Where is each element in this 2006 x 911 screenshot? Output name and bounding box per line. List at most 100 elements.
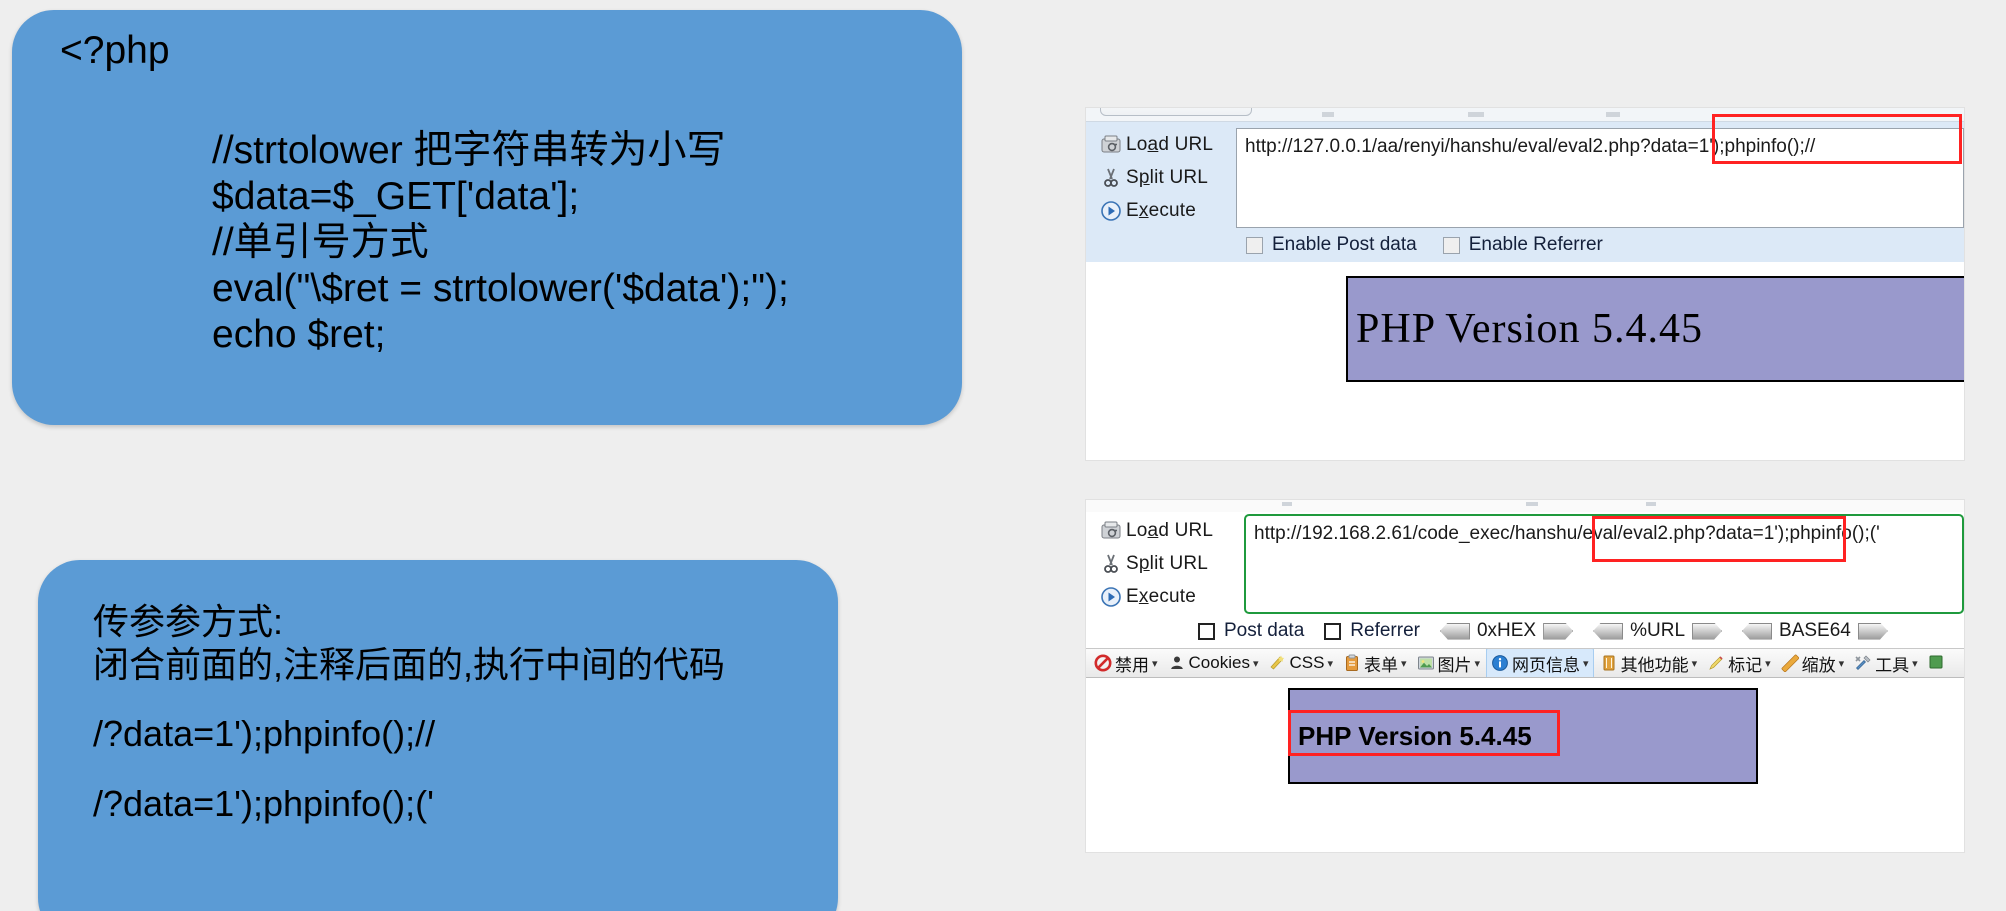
toolbar-item-label: 图片 bbox=[1437, 655, 1472, 675]
php-code-block: //strtolower 把字符串转为小写 $data=$_GET['data'… bbox=[212, 128, 789, 358]
load-url-label: Load URL bbox=[1126, 519, 1214, 541]
execute-label: Execute bbox=[1126, 199, 1197, 221]
split-url-label: Split URL bbox=[1126, 166, 1209, 188]
hackbar-options-top: Enable Post data Enable Referrer bbox=[1086, 228, 1964, 262]
toolbar-item-label: CSS bbox=[1289, 653, 1325, 672]
toolbar-item-label: 其他功能 bbox=[1620, 655, 1689, 675]
toolbar-item-outline[interactable]: 标记 ▾ bbox=[1703, 649, 1775, 677]
chevron-down-icon[interactable]: ▾ bbox=[1839, 657, 1845, 670]
tab-fragment[interactable] bbox=[1100, 108, 1252, 116]
images-icon bbox=[1417, 654, 1435, 672]
post-data-checkbox[interactable]: Post data bbox=[1198, 620, 1304, 642]
chevron-down-icon[interactable]: ▾ bbox=[1253, 657, 1259, 670]
forms-icon bbox=[1343, 654, 1361, 672]
load-url-icon bbox=[1096, 135, 1126, 155]
toolbar-item-forms[interactable]: 表单 ▾ bbox=[1339, 649, 1411, 677]
hackbar-screenshot-top: Load URL Split URL Execute http://127.0.… bbox=[1086, 108, 1964, 460]
php-code-line: eval("\$ret = strtolower('$data');"); bbox=[212, 267, 789, 311]
toolbar-item-label: 网页信息 bbox=[1512, 655, 1581, 675]
base64-encoder-control[interactable]: BASE64 bbox=[1742, 620, 1888, 642]
toolbar-fragment bbox=[1282, 502, 1292, 506]
hackbar-actions-top: Load URL Split URL Execute bbox=[1086, 128, 1236, 228]
cropped-tabbar-bottom bbox=[1086, 500, 1964, 512]
execute-play-icon bbox=[1096, 200, 1126, 222]
toolbar-item-label: Cookies bbox=[1188, 653, 1250, 672]
slide-canvas: <?php //strtolower 把字符串转为小写 $data=$_GET[… bbox=[0, 0, 2006, 911]
checkbox-box bbox=[1442, 236, 1460, 254]
checkbox-box bbox=[1246, 236, 1263, 254]
split-url-label: Split URL bbox=[1126, 552, 1209, 574]
chevron-down-icon[interactable]: ▾ bbox=[1692, 657, 1698, 670]
chevron-down-icon[interactable]: ▾ bbox=[1152, 657, 1158, 670]
chevron-down-icon[interactable]: ▾ bbox=[1475, 657, 1481, 670]
url-encoder-label: %URL bbox=[1630, 620, 1686, 641]
referrer-checkbox[interactable]: Referrer bbox=[1324, 620, 1420, 642]
referrer-label: Referrer bbox=[1350, 620, 1420, 641]
toolbar-fragment bbox=[1526, 502, 1538, 506]
chevron-right-icon[interactable] bbox=[1543, 622, 1574, 640]
php-code-line: //strtolower 把字符串转为小写 bbox=[212, 129, 726, 172]
resize-ruler-icon bbox=[1781, 654, 1799, 673]
enable-referrer-label: Enable Referrer bbox=[1468, 234, 1603, 255]
toolbar-item-css[interactable]: CSS ▾ bbox=[1264, 651, 1337, 675]
url-input-wrap-bottom: http://192.168.2.61/code_exec/hanshu/eva… bbox=[1244, 514, 1964, 614]
toolbar-item-disable[interactable]: 禁用 ▾ bbox=[1090, 649, 1162, 677]
chevron-right-icon[interactable] bbox=[1857, 622, 1888, 640]
load-url-button[interactable]: Load URL bbox=[1096, 128, 1236, 161]
toolbar-item-images[interactable]: 图片 ▾ bbox=[1413, 649, 1485, 677]
enable-post-data-checkbox[interactable]: Enable Post data bbox=[1246, 234, 1417, 256]
chevron-right-icon[interactable] bbox=[1692, 622, 1723, 640]
php-code-line: echo $ret; bbox=[212, 313, 386, 357]
url-input[interactable]: http://127.0.0.1/aa/renyi/hanshu/eval/ev… bbox=[1236, 128, 1964, 228]
load-url-button[interactable]: Load URL bbox=[1096, 514, 1244, 547]
chevron-down-icon[interactable]: ▾ bbox=[1327, 657, 1333, 670]
toolbar-item-tools[interactable]: 工具 ▾ bbox=[1850, 649, 1922, 677]
base64-encoder-label: BASE64 bbox=[1779, 620, 1851, 641]
note-payload-2: /?data=1');phpinfo();(' bbox=[93, 782, 434, 824]
toolbar-item-resize[interactable]: 缩放 ▾ bbox=[1777, 649, 1849, 677]
hackbar-screenshot-bottom: Load URL Split URL Execute http://192.16… bbox=[1086, 500, 1964, 852]
toolbar-item-page-info[interactable]: 网页信息 ▾ bbox=[1486, 649, 1594, 677]
toolbar-item-label: 缩放 bbox=[1801, 655, 1836, 675]
chevron-left-icon[interactable] bbox=[1439, 622, 1470, 640]
hex-encoder-label: 0xHEX bbox=[1476, 620, 1537, 641]
execute-button[interactable]: Execute bbox=[1096, 580, 1244, 613]
hex-encoder-control[interactable]: 0xHEX bbox=[1439, 620, 1574, 642]
chevron-down-icon[interactable]: ▾ bbox=[1912, 657, 1918, 670]
enable-referrer-checkbox[interactable]: Enable Referrer bbox=[1442, 234, 1603, 256]
overflow-icon bbox=[1928, 654, 1946, 672]
url-encoder-control[interactable]: %URL bbox=[1593, 620, 1723, 642]
split-url-button[interactable]: Split URL bbox=[1096, 161, 1236, 194]
toolbar-item-overflow[interactable] bbox=[1924, 652, 1950, 674]
chevron-left-icon[interactable] bbox=[1742, 622, 1773, 640]
chevron-left-icon[interactable] bbox=[1593, 622, 1624, 640]
toolbar-item-label: 表单 bbox=[1363, 655, 1398, 675]
payload-note-callout: 传参参方式: 闭合前面的,注释后面的,执行中间的代码 /?data=1');ph… bbox=[38, 560, 838, 911]
chevron-down-icon[interactable]: ▾ bbox=[1583, 657, 1589, 670]
post-data-label: Post data bbox=[1224, 620, 1305, 641]
url-input-wrap-top: http://127.0.0.1/aa/renyi/hanshu/eval/ev… bbox=[1236, 128, 1964, 228]
php-version-text: PHP Version 5.4.45 bbox=[1298, 720, 1532, 751]
php-code-line: //单引号方式 bbox=[212, 221, 429, 265]
php-code-callout: <?php //strtolower 把字符串转为小写 $data=$_GET[… bbox=[12, 10, 962, 425]
split-url-button[interactable]: Split URL bbox=[1096, 547, 1244, 580]
toolbar-item-label: 禁用 bbox=[1115, 655, 1149, 675]
phpinfo-result-top: PHP Version 5.4.45 bbox=[1086, 262, 1964, 460]
note-payload-1: /?data=1');phpinfo();// bbox=[93, 713, 436, 755]
hackbar-options-bottom: Post data Referrer 0xHEX %URL BASE64 bbox=[1086, 614, 1964, 648]
execute-button[interactable]: Execute bbox=[1096, 194, 1236, 227]
php-version-text: PHP Version 5.4.45 bbox=[1356, 306, 1704, 352]
php-version-banner: PHP Version 5.4.45 bbox=[1346, 276, 1964, 382]
php-open-tag: <?php bbox=[60, 29, 170, 72]
misc-icon bbox=[1600, 654, 1618, 672]
toolbar-fragment bbox=[1322, 112, 1334, 117]
url-input[interactable]: http://192.168.2.61/code_exec/hanshu/eva… bbox=[1244, 514, 1964, 614]
chevron-down-icon[interactable]: ▾ bbox=[1401, 657, 1407, 670]
toolbar-item-cookies[interactable]: Cookies ▾ bbox=[1164, 651, 1263, 675]
outline-pencil-icon bbox=[1707, 654, 1725, 672]
payload-note-block: 传参参方式: 闭合前面的,注释后面的,执行中间的代码 /?data=1');ph… bbox=[93, 600, 725, 825]
chevron-down-icon[interactable]: ▾ bbox=[1765, 657, 1771, 670]
toolbar-fragment bbox=[1606, 112, 1620, 117]
split-url-scissors-icon bbox=[1096, 553, 1126, 574]
toolbar-item-misc[interactable]: 其他功能 ▾ bbox=[1596, 649, 1702, 677]
